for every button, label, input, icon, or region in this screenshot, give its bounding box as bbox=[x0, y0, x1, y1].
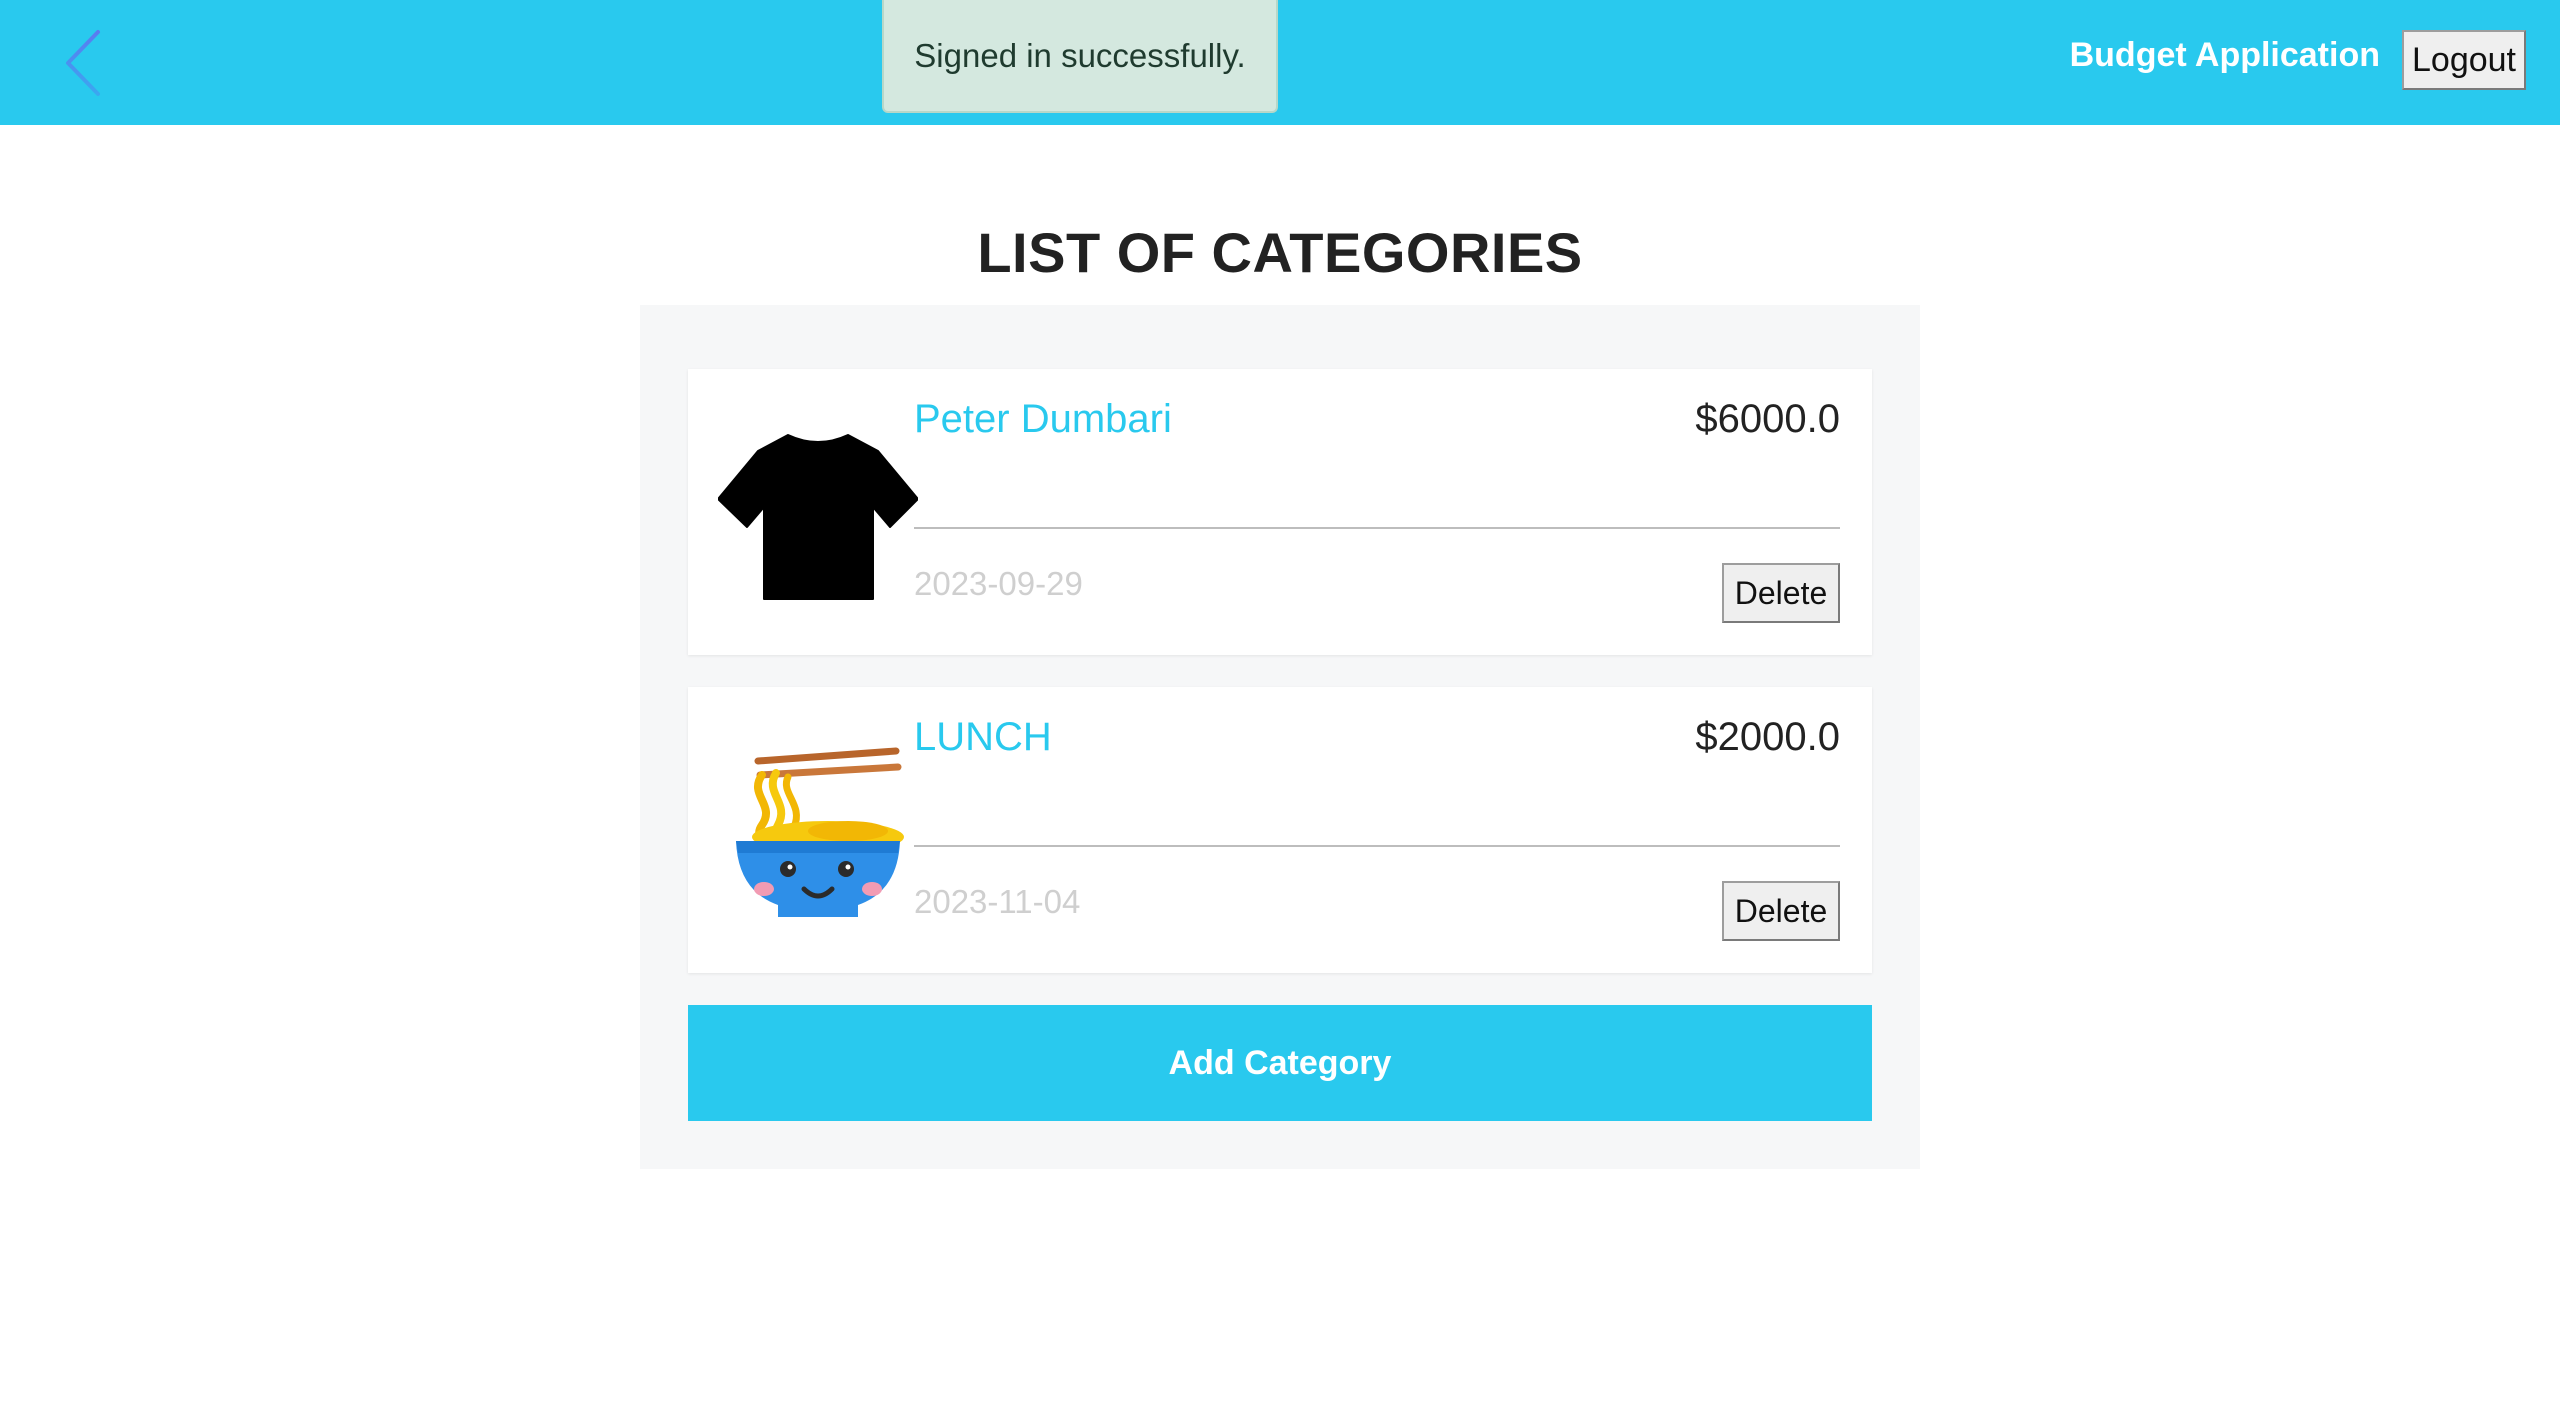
category-card[interactable]: Peter Dumbari $6000.0 2023-09-29 Delete bbox=[688, 369, 1872, 655]
top-navbar: Budget Application Logout bbox=[0, 0, 2560, 125]
delete-button[interactable]: Delete bbox=[1722, 881, 1840, 941]
category-date: 2023-09-29 bbox=[914, 565, 1083, 602]
card-divider bbox=[914, 527, 1840, 529]
category-amount: $2000.0 bbox=[1695, 715, 1840, 759]
signin-toast: Signed in successfully. bbox=[882, 0, 1278, 113]
noodle-bowl-icon bbox=[736, 747, 904, 917]
category-card[interactable]: LUNCH $2000.0 2023-11-04 Delete bbox=[688, 687, 1872, 973]
chevron-left-icon bbox=[66, 30, 100, 96]
categories-panel: Peter Dumbari $6000.0 2023-09-29 Delete bbox=[640, 305, 1920, 1169]
t-shirt-icon bbox=[718, 434, 918, 600]
category-name[interactable]: LUNCH bbox=[914, 715, 1052, 760]
category-date: 2023-11-04 bbox=[914, 883, 1081, 920]
card-divider bbox=[914, 845, 1840, 847]
toast-message: Signed in successfully. bbox=[914, 36, 1246, 74]
page-title: LIST OF CATEGORIES bbox=[977, 221, 1583, 284]
add-category-button[interactable]: Add Category bbox=[688, 1005, 1872, 1121]
category-name[interactable]: Peter Dumbari bbox=[914, 397, 1172, 442]
delete-button[interactable]: Delete bbox=[1722, 563, 1840, 623]
category-amount: $6000.0 bbox=[1695, 397, 1840, 441]
brand-link[interactable]: Budget Application bbox=[2050, 30, 2380, 80]
back-button[interactable] bbox=[58, 28, 118, 98]
logout-button[interactable]: Logout bbox=[2402, 30, 2526, 90]
